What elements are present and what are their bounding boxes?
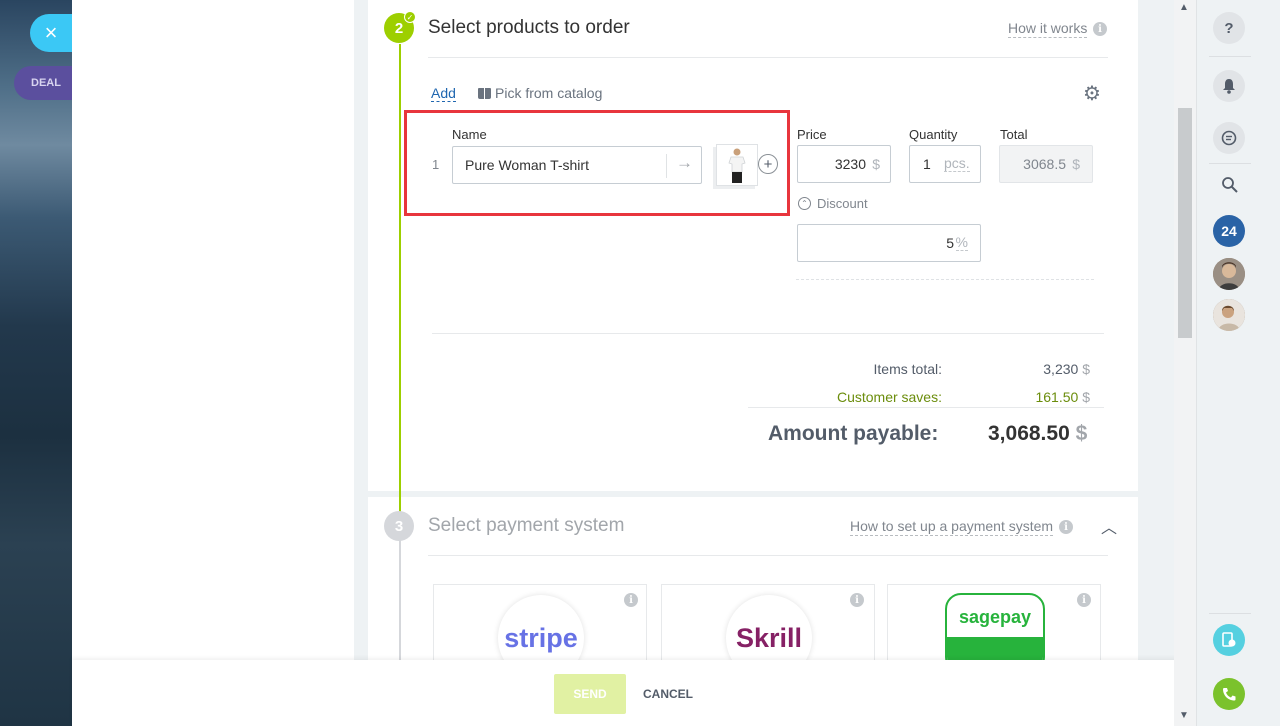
customer-saves-label: Customer saves: [836,389,942,405]
phone-icon[interactable] [1213,678,1245,710]
discount-value: 5 [946,235,954,251]
check-icon: ✓ [404,11,416,23]
panel-left-area [72,0,354,660]
book-icon [478,87,491,99]
scroll-up-icon[interactable]: ▲ [1179,2,1189,13]
deal-tag[interactable]: DEAL [14,66,72,100]
progress-timeline-pending [399,540,401,660]
info-icon[interactable]: i [624,593,638,607]
price-column-label: Price [797,127,827,142]
slider-panel: 2 ✓ Select products to order How it work… [72,0,1196,726]
right-sidebar: ? 24 [1196,0,1280,726]
step-3-number: 3 [384,511,414,541]
footer-bar: SEND CANCEL [72,660,1196,726]
customer-saves-value: 161.50 $ [1035,389,1090,405]
quantity-value: 1 [923,156,931,172]
user-avatar[interactable] [1213,258,1245,290]
cancel-button[interactable]: CANCEL [643,687,693,701]
close-icon: × [44,20,58,45]
quantity-input[interactable]: 1 pcs. [909,145,981,183]
discount-label: Discount [817,196,868,211]
price-value: 3230 [834,156,866,172]
pick-from-catalog-label: Pick from catalog [495,85,603,101]
payment-tile-stripe[interactable]: i stripe [433,584,647,664]
chat-icon[interactable] [1213,122,1245,154]
divider [428,555,1108,556]
info-icon[interactable]: i [850,593,864,607]
info-icon[interactable]: i [1059,520,1073,534]
how-it-works-link[interactable]: How it works [1008,20,1088,38]
products-section-title: Select products to order [428,17,630,38]
total-value: 3068.5 [1023,156,1066,172]
divider [432,333,1104,334]
bitrix24-avatar[interactable]: 24 [1213,215,1245,247]
skrill-logo: Skrill [726,595,812,663]
payment-section-title: Select payment system [428,515,625,536]
divider [748,407,1104,408]
highlight-frame [404,110,790,216]
discount-unit[interactable]: % [955,235,968,251]
items-total-value: 3,230 $ [1043,361,1090,377]
close-slider-button[interactable]: × [30,14,72,52]
products-section [368,0,1138,491]
bell-icon[interactable] [1213,70,1245,102]
amount-payable-label: Amount payable: [768,422,939,445]
user-avatar[interactable] [1213,299,1245,331]
info-icon[interactable]: i [1077,593,1091,607]
stripe-logo: stripe [498,595,584,663]
items-total-label: Items total: [873,361,942,377]
add-product-link[interactable]: Add [431,85,456,102]
quantity-unit[interactable]: pcs. [944,156,970,172]
discount-toggle[interactable]: ⌃ Discount [798,196,868,211]
total-field: 3068.5 $ [999,145,1093,183]
payment-tile-skrill[interactable]: i Skrill [661,584,875,664]
chevron-up-icon: ⌃ [798,197,811,210]
discount-input[interactable]: 5 % [797,224,981,262]
quantity-column-label: Quantity [909,127,958,142]
total-column-label: Total [1000,127,1028,142]
help-icon[interactable]: ? [1213,12,1245,44]
gear-icon[interactable]: ⚙ [1083,84,1101,104]
price-currency: $ [872,156,880,172]
scrollbar[interactable]: ▲ ▼ [1174,0,1196,726]
send-button[interactable]: SEND [554,674,626,714]
payment-tile-sagepay[interactable]: i sagepay [887,584,1101,664]
document-icon[interactable] [1213,624,1245,656]
divider [428,57,1108,58]
price-input[interactable]: 3230 $ [797,145,891,183]
amount-payable-value: 3,068.50 $ [988,422,1088,445]
sagepay-logo: sagepay [945,593,1045,663]
total-currency: $ [1072,156,1080,172]
divider [796,279,1094,280]
chevron-up-icon[interactable]: ︿ [1101,514,1117,538]
info-icon[interactable]: i [1093,22,1107,36]
search-icon[interactable] [1221,176,1239,199]
scroll-down-icon[interactable]: ▼ [1179,710,1189,721]
scroll-thumb[interactable] [1178,108,1192,338]
pick-from-catalog-link[interactable]: Pick from catalog [478,85,602,101]
payment-setup-link[interactable]: How to set up a payment system [850,518,1054,536]
background-image [0,0,72,726]
